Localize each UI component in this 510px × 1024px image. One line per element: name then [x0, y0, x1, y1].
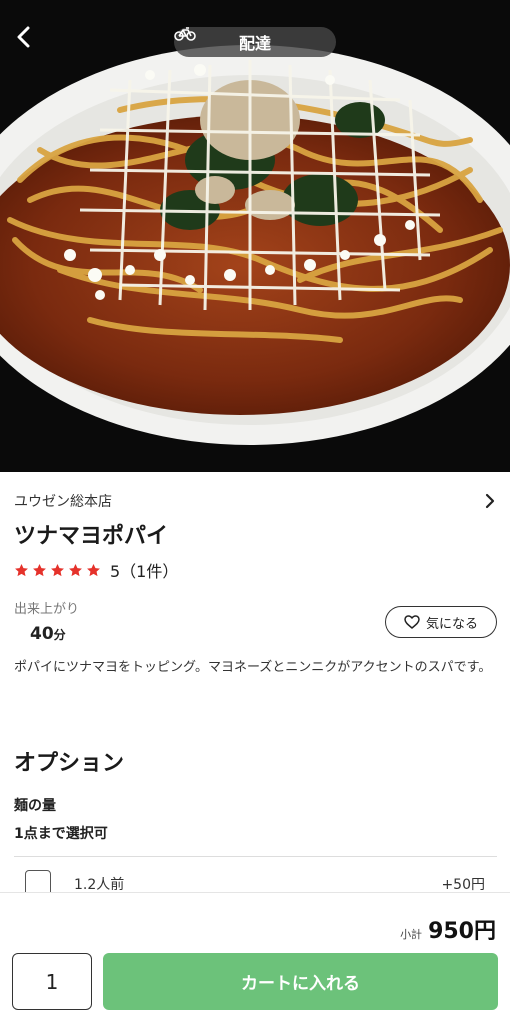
- add-to-cart-button[interactable]: カートに入れる: [103, 953, 498, 1010]
- subtotal: 小計 950円: [400, 913, 496, 945]
- star-icon: [87, 563, 100, 576]
- item-description: ポパイにツナマヨをトッピング。マヨネーズとニンニクがアクセントのスパです。: [14, 660, 492, 675]
- delivery-mode-toggle[interactable]: 配達: [174, 27, 336, 57]
- food-photo: [0, 0, 510, 472]
- option-group-name: 麺の量: [14, 798, 56, 814]
- star-icon: [15, 563, 28, 576]
- chevron-right-icon: [485, 493, 495, 509]
- option-group-rule: 1点まで選択可: [14, 826, 108, 842]
- star-icon: [33, 563, 46, 576]
- prep-time-number: 40: [30, 624, 54, 644]
- back-button[interactable]: [14, 26, 46, 58]
- star-icon: [51, 563, 64, 576]
- rating: 5（1件）: [14, 558, 178, 582]
- options-section-title: オプション: [14, 751, 125, 776]
- option-choice-label: 1.2人前: [74, 877, 125, 893]
- prep-time-label: 出来上がり: [14, 602, 80, 617]
- divider: [14, 856, 497, 857]
- subtotal-label: 小計: [400, 928, 423, 941]
- chevron-left-icon: [17, 26, 30, 48]
- star-icon: [69, 563, 82, 576]
- prep-time-unit: 分: [53, 628, 66, 642]
- store-link[interactable]: ユウゼン総本店: [14, 488, 496, 514]
- item-title: ツナマヨポパイ: [14, 524, 169, 549]
- delivery-mode-label: 配達: [238, 34, 271, 53]
- favorite-label: 気になる: [425, 616, 478, 632]
- bicycle-icon: [174, 27, 196, 41]
- rating-text: 5（1件）: [110, 562, 179, 581]
- heart-outline-icon: [404, 615, 420, 629]
- bottom-bar: 小計 950円 1 カートに入れる: [0, 892, 510, 1024]
- store-name: ユウゼン総本店: [14, 494, 112, 510]
- quantity-selector[interactable]: 1: [12, 953, 92, 1010]
- favorite-button[interactable]: 気になる: [385, 606, 497, 638]
- subtotal-value: 950円: [428, 919, 496, 944]
- hero-photo: 配達: [0, 0, 510, 472]
- option-choice-price: +50円: [441, 877, 485, 893]
- prep-time-value: 40分: [30, 624, 66, 644]
